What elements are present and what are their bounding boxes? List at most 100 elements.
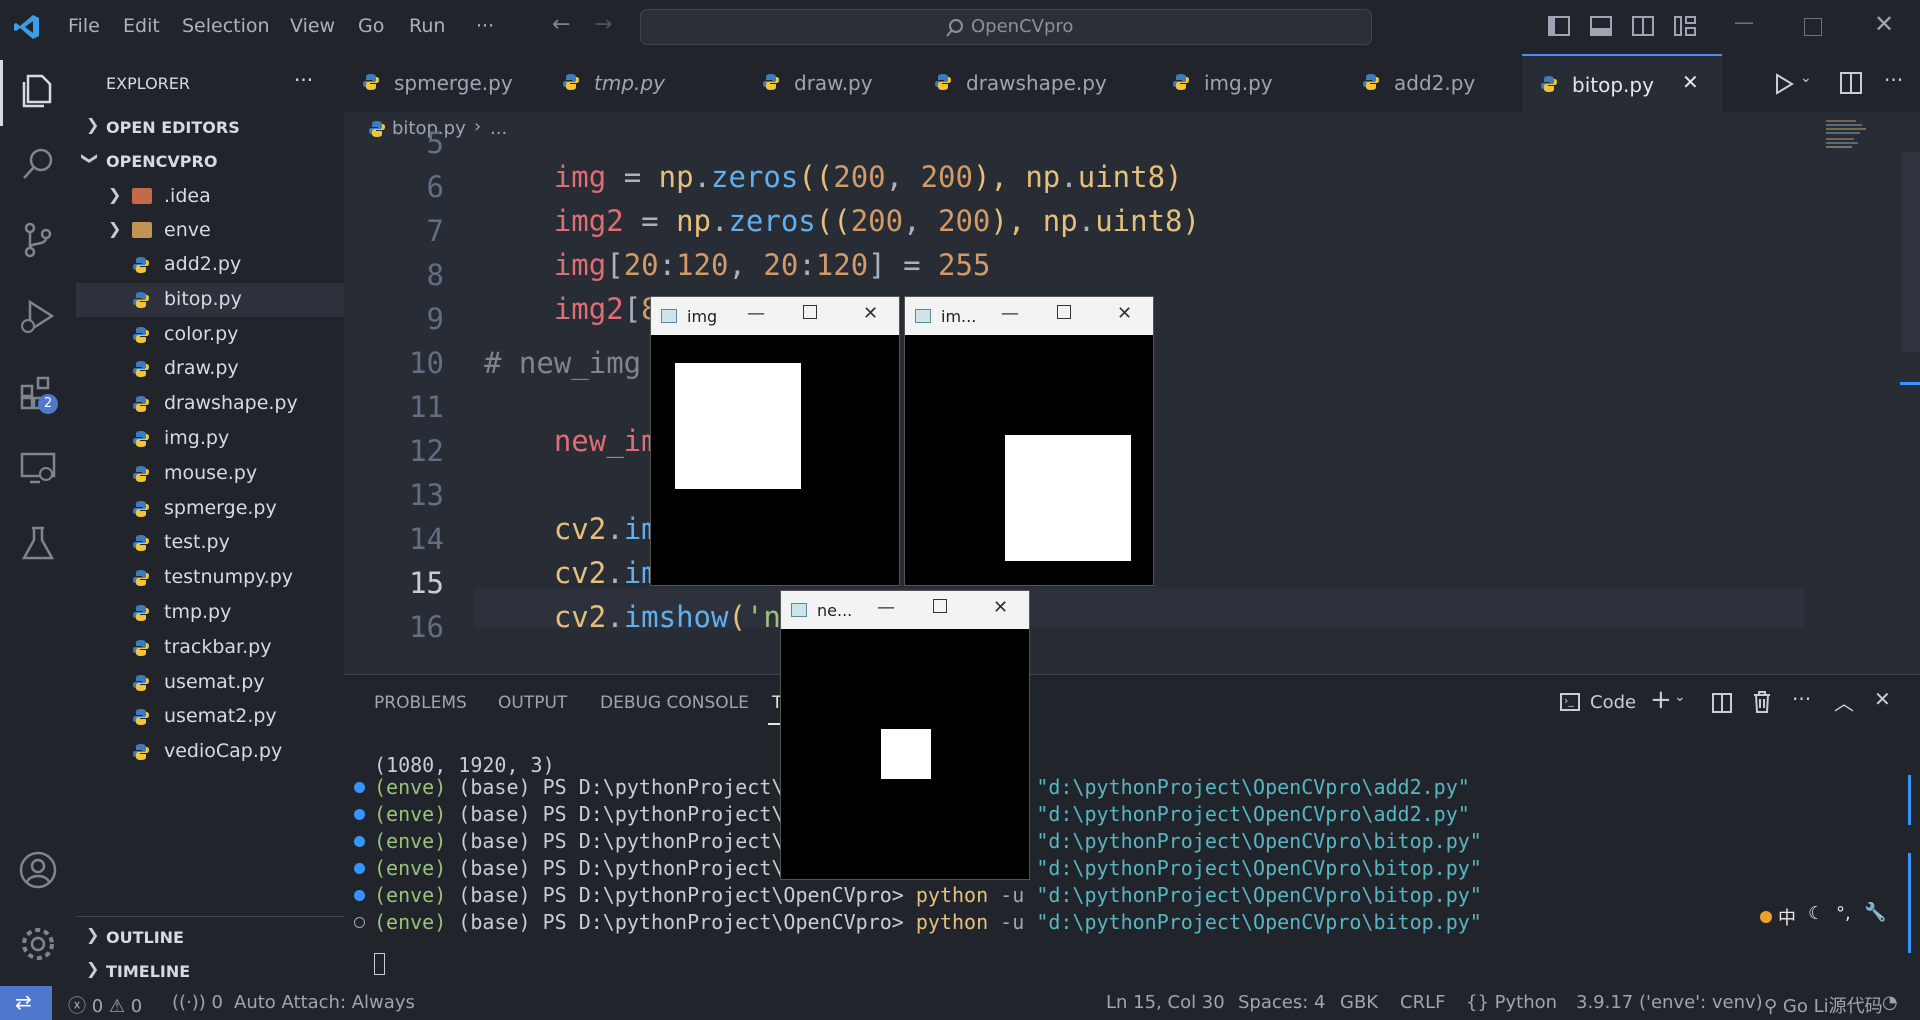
file-item[interactable]: draw.py xyxy=(76,352,344,386)
language-mode[interactable]: {} Python xyxy=(1466,992,1557,1013)
editor-tab[interactable]: add2.py xyxy=(1344,54,1522,112)
eol-status[interactable]: CRLF xyxy=(1400,992,1445,1013)
run-python-file-icon[interactable] xyxy=(1774,73,1794,95)
editor-tab[interactable]: bitop.py ✕ xyxy=(1522,54,1722,112)
cv-close-icon[interactable]: ✕ xyxy=(1117,303,1132,324)
terminal-profile-icon[interactable]: ›_ xyxy=(1560,693,1580,711)
editor-tab[interactable]: spmerge.py xyxy=(344,54,544,112)
file-item[interactable]: drawshape.py xyxy=(76,387,344,421)
file-item[interactable]: testnumpy.py xyxy=(76,561,344,595)
tab-problems[interactable]: PROBLEMS xyxy=(374,693,467,713)
explorer-icon[interactable] xyxy=(18,70,58,110)
file-item[interactable]: usemat.py xyxy=(76,666,344,700)
minimap[interactable] xyxy=(1820,118,1880,158)
encoding-status[interactable]: GBK xyxy=(1340,992,1378,1013)
editor-tab[interactable]: drawshape.py xyxy=(916,54,1154,112)
forward-arrow-icon[interactable]: → xyxy=(594,12,612,37)
open-editors-section[interactable]: ❯ OPEN EDITORS xyxy=(76,110,344,144)
new-terminal-plus-icon[interactable]: + xyxy=(1650,685,1672,715)
ime-settings-wrench-icon[interactable]: 🔧 xyxy=(1864,902,1886,923)
toggle-panel-icon[interactable] xyxy=(1590,16,1612,36)
command-status-dot[interactable] xyxy=(354,809,365,820)
ime-punct-icon[interactable]: °, xyxy=(1836,903,1851,924)
cv-window-new-img[interactable]: ne... — ✕ xyxy=(780,590,1030,880)
extensions-icon[interactable]: 2 xyxy=(18,372,58,414)
editor-tab[interactable]: img.py xyxy=(1154,54,1344,112)
timeline-section[interactable]: ❯ TIMELINE xyxy=(76,954,344,986)
menu-edit[interactable]: Edit xyxy=(123,15,160,37)
notifications-bell-icon[interactable]: ◔ xyxy=(1882,992,1898,1013)
auto-attach-status[interactable]: Auto Attach: Always xyxy=(234,992,415,1013)
menu-selection[interactable]: Selection xyxy=(182,15,270,37)
file-item[interactable]: test.py xyxy=(76,526,344,560)
editor-tab[interactable]: draw.py xyxy=(744,54,916,112)
restore-window-icon[interactable] xyxy=(1804,18,1822,36)
file-item[interactable]: img.py xyxy=(76,422,344,456)
manage-gear-icon[interactable] xyxy=(18,924,58,964)
python-interpreter[interactable]: 3.9.17 ('enve': venv) xyxy=(1576,992,1763,1013)
menu-run[interactable]: Run xyxy=(409,15,445,37)
cv-window-titlebar[interactable]: im... — ✕ xyxy=(905,297,1153,335)
outline-section[interactable]: ❯ OUTLINE xyxy=(76,920,344,954)
split-editor-icon[interactable] xyxy=(1840,72,1862,94)
remote-explorer-icon[interactable] xyxy=(18,448,58,488)
close-tab-icon[interactable]: ✕ xyxy=(1682,70,1699,94)
file-item[interactable]: trackbar.py xyxy=(76,631,344,665)
cv-maximize-icon[interactable] xyxy=(1057,305,1071,319)
file-item[interactable]: tmp.py xyxy=(76,596,344,630)
cv-maximize-icon[interactable] xyxy=(933,599,947,613)
project-section[interactable]: ❯ OPENCVPRO xyxy=(76,144,344,178)
cv-minimize-icon[interactable]: — xyxy=(1001,303,1019,324)
tab-debug-console[interactable]: DEBUG CONSOLE xyxy=(600,693,749,713)
panel-more-actions[interactable]: ··· xyxy=(1792,687,1811,711)
cv-close-icon[interactable]: ✕ xyxy=(863,303,878,324)
run-dropdown-chevron-icon[interactable]: ⌄ xyxy=(1800,70,1812,86)
remote-indicator[interactable]: ⇄ xyxy=(0,986,52,1020)
editor-scrollbar[interactable] xyxy=(1902,152,1920,352)
customize-layout-icon[interactable] xyxy=(1674,16,1696,36)
menu-view[interactable]: View xyxy=(290,15,335,37)
go-live-button[interactable]: ⚲ Go Li源代码 xyxy=(1764,992,1883,1018)
toggle-primary-sidebar-icon[interactable] xyxy=(1548,16,1570,36)
back-arrow-icon[interactable]: ← xyxy=(552,12,570,37)
cv-window-titlebar[interactable]: ne... — ✕ xyxy=(781,591,1029,629)
ime-toolbar[interactable]: 中 ☾ °, 🔧 xyxy=(1760,902,1890,930)
file-item[interactable]: color.py xyxy=(76,318,344,352)
cv-window-img2[interactable]: im... — ✕ xyxy=(904,296,1154,586)
command-status-dot[interactable] xyxy=(354,863,365,874)
close-window-icon[interactable]: ✕ xyxy=(1874,10,1894,38)
file-item[interactable]: add2.py xyxy=(76,248,344,282)
close-panel-icon[interactable]: ✕ xyxy=(1874,687,1891,711)
minimize-window-icon[interactable]: — xyxy=(1734,10,1754,34)
command-status-dot[interactable] xyxy=(354,890,365,901)
folder-enve[interactable]: ❯ enve xyxy=(76,214,344,248)
cv-minimize-icon[interactable]: — xyxy=(877,597,895,618)
menu-go[interactable]: Go xyxy=(358,15,384,37)
file-item[interactable]: vedioCap.py xyxy=(76,735,344,769)
command-status-dot[interactable] xyxy=(354,836,365,847)
tab-output[interactable]: OUTPUT xyxy=(498,693,567,713)
cv-maximize-icon[interactable] xyxy=(803,305,817,319)
file-item[interactable]: spmerge.py xyxy=(76,492,344,526)
cv-minimize-icon[interactable]: — xyxy=(747,303,765,324)
explorer-more-actions[interactable]: ··· xyxy=(294,68,313,92)
file-item[interactable]: bitop.py xyxy=(76,282,344,317)
ime-language[interactable]: 中 xyxy=(1778,904,1796,930)
command-status-dot[interactable] xyxy=(354,917,365,928)
terminal-dropdown-chevron-icon[interactable]: ⌄ xyxy=(1674,689,1686,705)
file-item[interactable]: mouse.py xyxy=(76,457,344,491)
testing-flask-icon[interactable] xyxy=(18,524,58,564)
split-terminal-icon[interactable] xyxy=(1712,693,1732,713)
search-sidebar-icon[interactable] xyxy=(18,144,58,184)
menu-more[interactable]: ··· xyxy=(476,15,494,37)
terminal-name[interactable]: Code xyxy=(1590,692,1636,713)
editor-tab[interactable]: tmp.py xyxy=(544,54,744,112)
source-control-icon[interactable] xyxy=(18,220,58,260)
editor-more-actions[interactable]: ··· xyxy=(1884,68,1903,92)
menu-file[interactable]: File xyxy=(68,15,100,37)
kill-terminal-trash-icon[interactable] xyxy=(1752,691,1772,713)
toggle-secondary-sidebar-icon[interactable] xyxy=(1632,16,1654,36)
file-item[interactable]: usemat2.py xyxy=(76,700,344,734)
problems-indicator[interactable]: ⓧ 0 ⚠ 0 xyxy=(68,992,142,1018)
cv-window-img[interactable]: img — ✕ xyxy=(650,296,900,586)
